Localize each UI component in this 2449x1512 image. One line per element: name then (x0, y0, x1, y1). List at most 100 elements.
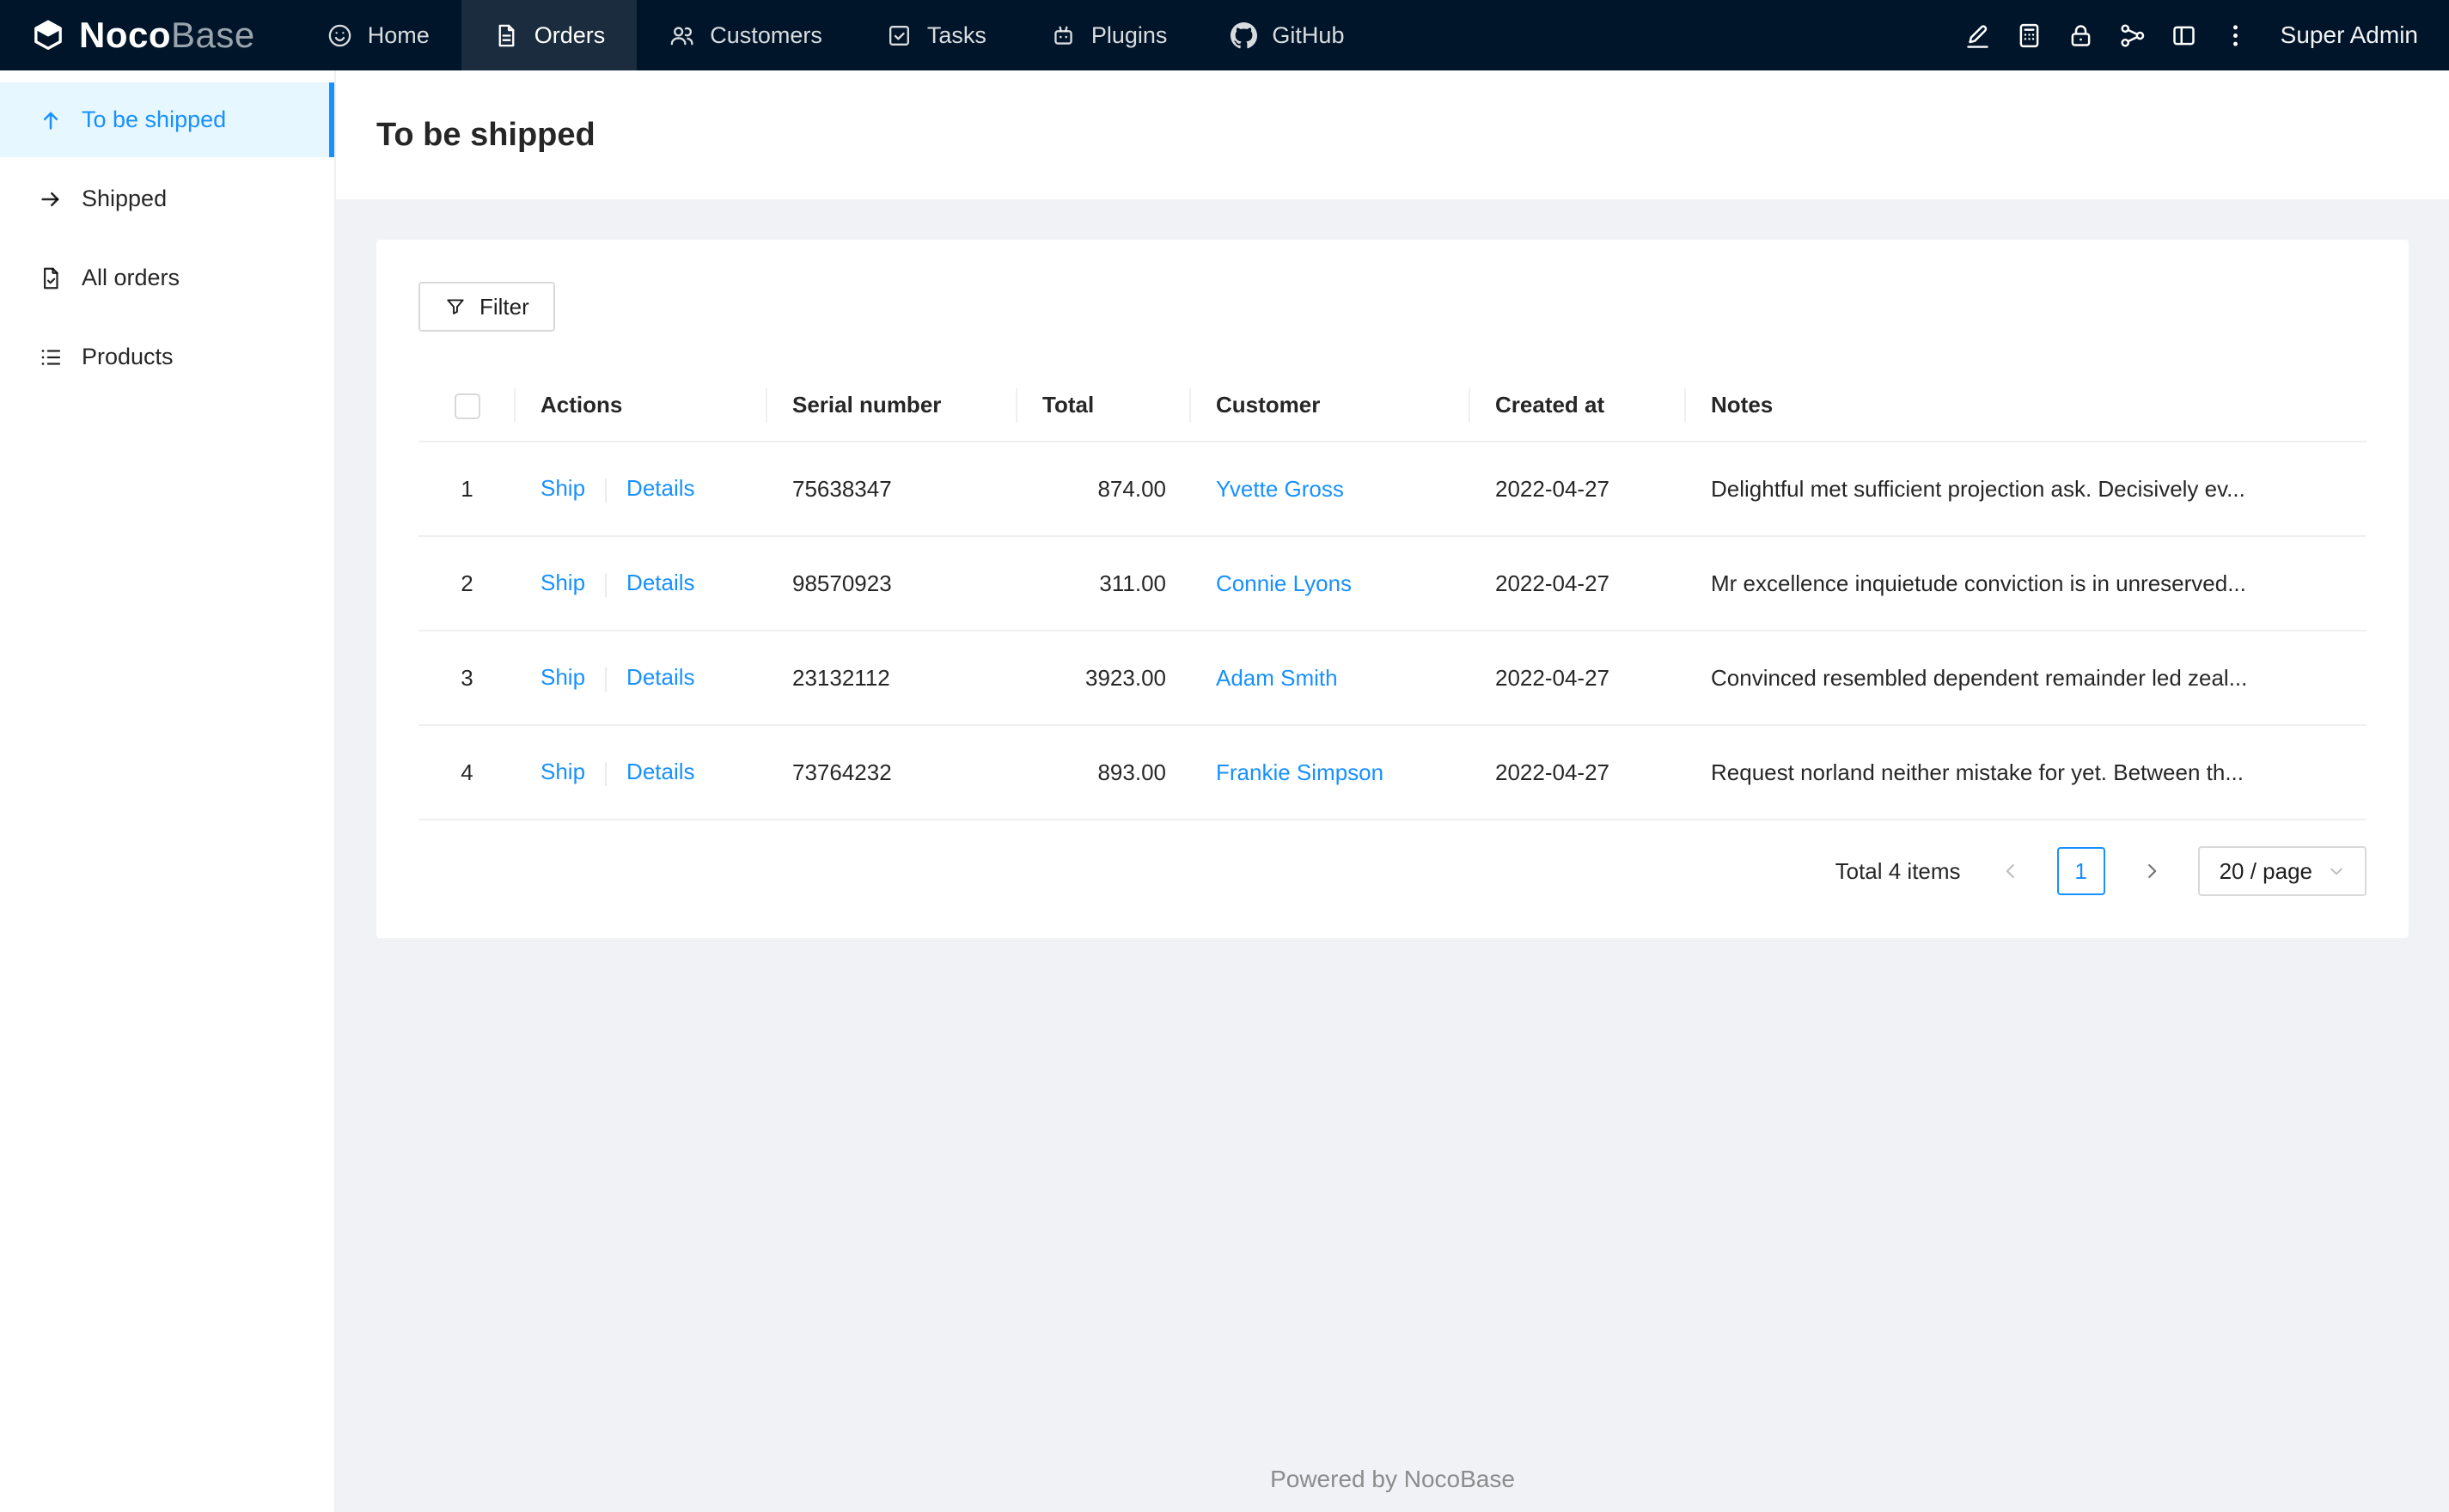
content-area: Filter Actions Serial number Total Custo… (336, 199, 2449, 1512)
powered-by-footer: Powered by NocoBase (1270, 1466, 1515, 1492)
row-index: 3 (418, 631, 516, 726)
divider (605, 761, 608, 786)
filter-icon (444, 296, 467, 318)
top-navigation: Home Orders Customers Tasks Plugins GitH… (295, 0, 1377, 70)
github-icon (1231, 21, 1258, 49)
serial-number-cell: 23132112 (767, 631, 1017, 726)
topbar: NocoBase Home Orders Customers Tasks Plu… (0, 0, 2449, 70)
nav-item-plugins[interactable]: Plugins (1018, 0, 1200, 70)
customer-link[interactable]: Frankie Simpson (1216, 759, 1383, 785)
sidebar-item-label: To be shipped (82, 107, 227, 132)
sidebar-item-to-be-shipped[interactable]: To be shipped (0, 82, 334, 157)
serial-number-cell: 73764232 (767, 725, 1017, 820)
current-user[interactable]: Super Admin (2281, 21, 2418, 49)
lock-icon (2067, 21, 2095, 50)
ui-editor-button[interactable] (1952, 0, 2004, 70)
customer-link[interactable]: Connie Lyons (1216, 570, 1352, 596)
select-all-checkbox[interactable] (454, 393, 480, 419)
total-cell: 893.00 (1017, 725, 1191, 820)
nav-item-orders[interactable]: Orders (461, 0, 638, 70)
row-actions: Ship Details (516, 725, 767, 820)
arrow-up-icon (38, 107, 64, 133)
sidebar-item-all-orders[interactable]: All orders (0, 241, 334, 315)
table-row: 1 Ship Details 75638347 874.00 Yvette Gro… (418, 442, 2367, 537)
pagination-total: Total 4 items (1835, 857, 1961, 884)
table-row: 4 Ship Details 73764232 893.00 Frankie Si… (418, 725, 2367, 820)
column-header-total: Total (1017, 369, 1191, 442)
column-header-actions: Actions (516, 369, 767, 442)
details-link[interactable]: Details (626, 664, 694, 690)
notes-cell: Convinced resembled dependent remainder … (1686, 631, 2367, 726)
smile-icon (327, 22, 353, 49)
created-at-cell: 2022-04-27 (1470, 536, 1686, 631)
calculator-button[interactable] (2004, 0, 2055, 70)
page-number-button[interactable]: 1 (2056, 847, 2105, 895)
nav-item-home[interactable]: Home (295, 0, 461, 70)
customer-link[interactable]: Adam Smith (1216, 665, 1338, 691)
layout-icon (2170, 21, 2198, 50)
total-cell: 874.00 (1017, 442, 1191, 537)
nav-label: GitHub (1272, 21, 1345, 48)
details-link[interactable]: Details (626, 570, 694, 595)
next-page-button[interactable] (2128, 847, 2176, 895)
nav-label: Home (367, 21, 430, 48)
sidebar-item-products[interactable]: Products (0, 320, 334, 394)
more-button[interactable] (2210, 0, 2262, 70)
nav-label: Plugins (1090, 21, 1168, 48)
topbar-actions: Super Admin (1952, 0, 2449, 70)
arrow-right-icon (38, 186, 64, 212)
previous-page-button[interactable] (1987, 847, 2035, 895)
nav-item-tasks[interactable]: Tasks (854, 0, 1018, 70)
divider (605, 478, 608, 503)
sidebar-item-label: All orders (82, 265, 180, 290)
file-icon (493, 22, 520, 49)
customer-link[interactable]: Yvette Gross (1216, 476, 1344, 502)
filter-button[interactable]: Filter (418, 282, 555, 332)
sidebar-item-shipped[interactable]: Shipped (0, 162, 334, 236)
page-header: To be shipped (336, 70, 2449, 199)
sidebar-item-label: Shipped (82, 186, 168, 211)
page-size-value: 20 / page (2219, 857, 2312, 884)
details-link[interactable]: Details (626, 759, 694, 784)
customer-cell: Connie Lyons (1191, 536, 1470, 631)
nocobase-logo[interactable]: NocoBase (0, 0, 286, 70)
ship-link[interactable]: Ship (540, 664, 585, 690)
row-index: 4 (418, 725, 516, 820)
page-title: To be shipped (376, 116, 595, 153)
calculator-icon (2015, 21, 2043, 50)
table-header-row: Actions Serial number Total Customer Cre… (418, 369, 2367, 442)
ship-link[interactable]: Ship (540, 759, 585, 784)
divider (605, 667, 608, 692)
page-size-select[interactable]: 20 / page (2197, 846, 2367, 896)
file-done-icon (38, 265, 64, 291)
serial-number-cell: 98570923 (767, 536, 1017, 631)
orders-card: Filter Actions Serial number Total Custo… (376, 240, 2409, 938)
nav-label: Tasks (926, 21, 986, 48)
customer-cell: Adam Smith (1191, 631, 1470, 726)
share-button[interactable] (2107, 0, 2159, 70)
notes-cell: Mr excellence inquietude conviction is i… (1686, 536, 2367, 631)
table-row: 2 Ship Details 98570923 311.00 Connie Lyo… (418, 536, 2367, 631)
row-actions: Ship Details (516, 442, 767, 537)
customer-cell: Frankie Simpson (1191, 725, 1470, 820)
filter-button-label: Filter (479, 293, 529, 320)
lock-button[interactable] (2055, 0, 2107, 70)
orders-table: Actions Serial number Total Customer Cre… (418, 369, 2367, 820)
row-actions: Ship Details (516, 631, 767, 726)
list-icon (38, 344, 64, 370)
created-at-cell: 2022-04-27 (1470, 725, 1686, 820)
share-icon (2118, 21, 2147, 50)
row-actions: Ship Details (516, 536, 767, 631)
details-link[interactable]: Details (626, 475, 694, 501)
nav-label: Customers (710, 21, 822, 48)
more-icon (2221, 21, 2250, 50)
ship-link[interactable]: Ship (540, 475, 585, 501)
created-at-cell: 2022-04-27 (1470, 442, 1686, 537)
column-header-notes: Notes (1686, 369, 2367, 442)
nav-item-customers[interactable]: Customers (637, 0, 854, 70)
ship-link[interactable]: Ship (540, 570, 585, 595)
nav-item-github[interactable]: GitHub (1199, 0, 1376, 70)
sidebar-item-label: Products (82, 344, 174, 369)
total-cell: 311.00 (1017, 536, 1191, 631)
layout-button[interactable] (2159, 0, 2210, 70)
